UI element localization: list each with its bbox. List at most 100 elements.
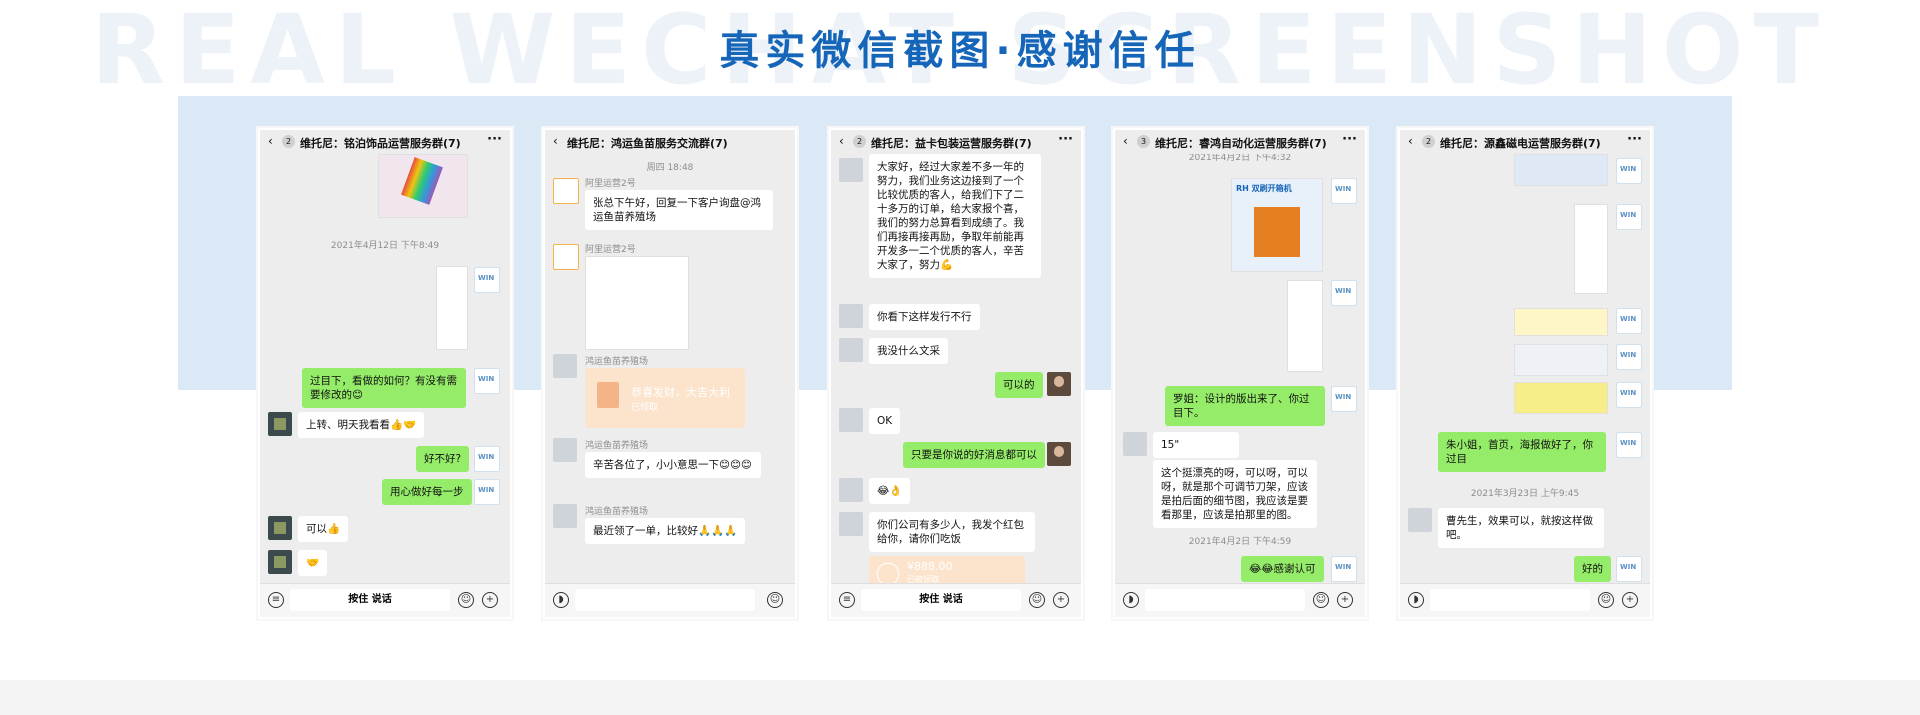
hold-to-talk-button[interactable]: 按住 说话 bbox=[290, 589, 450, 611]
message-input[interactable] bbox=[575, 589, 755, 611]
back-icon[interactable]: ‹ bbox=[553, 134, 558, 148]
poster-banner-text: RH 双刷开箱机 bbox=[1236, 184, 1292, 193]
chat-title: 维托尼：鸿运鱼苗服务交流群(7) bbox=[567, 137, 728, 150]
shared-image[interactable] bbox=[1574, 204, 1608, 294]
timestamp: 2021年4月12日 下午8:49 bbox=[330, 241, 440, 251]
avatar bbox=[1331, 556, 1357, 582]
more-icon[interactable]: ··· bbox=[1342, 132, 1357, 147]
chat-nav-bar: ‹ 2 维托尼：铭泊饰品运营服务群(7) ··· bbox=[260, 130, 510, 154]
chat-bubble: 张总下午好，回复一下客户询盘@鸿运鱼苗养殖场 bbox=[585, 190, 773, 230]
footer-band bbox=[0, 680, 1920, 715]
voice-icon[interactable]: ≡ bbox=[268, 592, 284, 608]
avatar bbox=[1616, 204, 1642, 230]
avatar bbox=[474, 267, 500, 293]
message-input[interactable] bbox=[1145, 589, 1305, 611]
hold-to-talk-button[interactable]: 按住 说话 bbox=[861, 589, 1021, 611]
voice-icon[interactable]: ≡ bbox=[839, 592, 855, 608]
avatar bbox=[268, 516, 292, 540]
chat-bubble: 你看下这样发行不行 bbox=[869, 304, 980, 330]
shared-image[interactable] bbox=[436, 266, 468, 350]
chat-title: 维托尼：铭泊饰品运营服务群(7) bbox=[300, 137, 461, 150]
emoji-icon[interactable]: ☺ bbox=[458, 592, 474, 608]
poster-image[interactable]: RH 双刷开箱机 bbox=[1231, 178, 1323, 272]
message-input[interactable] bbox=[1430, 589, 1590, 611]
chat-bubble: 最近领了一单，比较好🙏🙏🙏 bbox=[585, 518, 746, 544]
avatar bbox=[1047, 372, 1071, 396]
emoji-icon[interactable]: ☺ bbox=[1029, 592, 1045, 608]
transfer-card[interactable]: ¥888.00 已被领取 bbox=[869, 556, 1025, 584]
unread-count-badge: 2 bbox=[853, 135, 866, 148]
avatar bbox=[839, 512, 863, 536]
voice-icon[interactable]: ◗ bbox=[553, 592, 569, 608]
avatar bbox=[474, 446, 500, 472]
shared-image[interactable] bbox=[1287, 280, 1323, 372]
add-icon[interactable]: + bbox=[1337, 592, 1353, 608]
chat-bubble: 😂😂感谢认可 bbox=[1241, 556, 1324, 582]
shared-image[interactable] bbox=[1514, 382, 1608, 414]
chat-body: 朱小姐，首页，海报做好了，你过目 2021年3月23日 上午9:45 曹先生，效… bbox=[1400, 154, 1650, 584]
chat-bubble: 罗姐：设计的版出来了、你过目下。 bbox=[1165, 386, 1325, 426]
avatar bbox=[268, 550, 292, 574]
chat-bubble: 辛苦各位了，小小意思一下😊😊😊 bbox=[585, 452, 761, 478]
screenshot-image[interactable] bbox=[585, 256, 689, 350]
avatar bbox=[1616, 344, 1642, 370]
chat-body: 大家好，经过大家差不多一年的努力，我们业务这边接到了一个比较优质的客人，给我们下… bbox=[831, 154, 1081, 584]
emoji-icon[interactable]: ☺ bbox=[767, 592, 783, 608]
emoji-icon[interactable]: ☺ bbox=[1598, 592, 1614, 608]
sender-name: 阿里运营2号 bbox=[585, 179, 636, 189]
chat-bubble: 可以的 bbox=[995, 372, 1043, 398]
red-packet-card[interactable]: 恭喜发财，大吉大利 已领取 bbox=[585, 368, 745, 428]
chat-bubble: 上转、明天我看看👍🤝 bbox=[298, 412, 425, 438]
avatar bbox=[474, 479, 500, 505]
chat-bubble: OK bbox=[869, 408, 901, 434]
chat-body: 周四 18:48 阿里运营2号 张总下午好，回复一下客户询盘@鸿运鱼苗养殖场 阿… bbox=[545, 154, 795, 584]
avatar bbox=[1331, 280, 1357, 306]
avatar bbox=[839, 158, 863, 182]
sender-name: 鸿运鱼苗养殖场 bbox=[585, 357, 649, 367]
avatar bbox=[839, 408, 863, 432]
red-packet-title: 恭喜发财，大吉大利 bbox=[631, 386, 730, 399]
timestamp: 2021年4月2日 下午4:59 bbox=[1188, 537, 1292, 547]
add-icon[interactable]: + bbox=[1053, 592, 1069, 608]
shared-image[interactable] bbox=[1514, 344, 1608, 376]
back-icon[interactable]: ‹ bbox=[1123, 134, 1128, 148]
chat-body: 2021年4月2日 下午4:32 RH 双刷开箱机 罗姐：设计的版出来了、你过目… bbox=[1115, 154, 1365, 584]
more-icon[interactable]: ··· bbox=[1627, 132, 1642, 147]
sender-name: 鸿运鱼苗养殖场 bbox=[585, 507, 649, 517]
chat-nav-bar: ‹ 2 维托尼：益卡包装运营服务群(7) ··· bbox=[831, 130, 1081, 154]
avatar bbox=[1616, 556, 1642, 582]
red-packet-status: 已领取 bbox=[631, 403, 659, 413]
avatar bbox=[553, 354, 577, 378]
timestamp: 周四 18:48 bbox=[646, 163, 694, 173]
more-icon[interactable]: ··· bbox=[487, 132, 502, 147]
emoji-icon[interactable]: ☺ bbox=[1313, 592, 1329, 608]
more-icon[interactable]: ··· bbox=[1058, 132, 1073, 147]
timestamp: 2021年3月23日 上午9:45 bbox=[1470, 489, 1580, 499]
chat-bubble: 过目下，看做的如何？有没有需要修改的😊 bbox=[302, 368, 466, 408]
chat-screenshot-3: ‹ 2 维托尼：益卡包装运营服务群(7) ··· 大家好，经过大家差不多一年的努… bbox=[829, 128, 1083, 619]
avatar bbox=[268, 412, 292, 436]
add-icon[interactable]: + bbox=[482, 592, 498, 608]
shared-image[interactable] bbox=[1514, 154, 1608, 186]
chat-bubble: 曹先生，效果可以，就按这样做吧。 bbox=[1438, 508, 1604, 548]
back-icon[interactable]: ‹ bbox=[839, 134, 844, 148]
voice-message[interactable]: 15" bbox=[1153, 432, 1239, 458]
avatar bbox=[1047, 442, 1071, 466]
chat-bubble: 朱小姐，首页，海报做好了，你过目 bbox=[1438, 432, 1606, 472]
chat-screenshot-1: ‹ 2 维托尼：铭泊饰品运营服务群(7) ··· 2021年4月12日 下午8:… bbox=[258, 128, 512, 619]
avatar bbox=[553, 504, 577, 528]
back-icon[interactable]: ‹ bbox=[268, 134, 273, 148]
avatar bbox=[1408, 508, 1432, 532]
avatar bbox=[1331, 178, 1357, 204]
back-icon[interactable]: ‹ bbox=[1408, 134, 1413, 148]
chat-nav-bar: ‹ 2 维托尼：源鑫磁电运营服务群(7) ··· bbox=[1400, 130, 1650, 154]
voice-icon[interactable]: ◗ bbox=[1123, 592, 1139, 608]
voice-icon[interactable]: ◗ bbox=[1408, 592, 1424, 608]
page-title: 真实微信截图·感谢信任 bbox=[719, 28, 1201, 74]
avatar bbox=[1123, 432, 1147, 456]
avatar bbox=[1616, 158, 1642, 184]
add-icon[interactable]: + bbox=[1622, 592, 1638, 608]
avatar bbox=[839, 304, 863, 328]
shared-image[interactable] bbox=[1514, 308, 1608, 336]
chat-bubble: 好不好? bbox=[416, 446, 470, 472]
